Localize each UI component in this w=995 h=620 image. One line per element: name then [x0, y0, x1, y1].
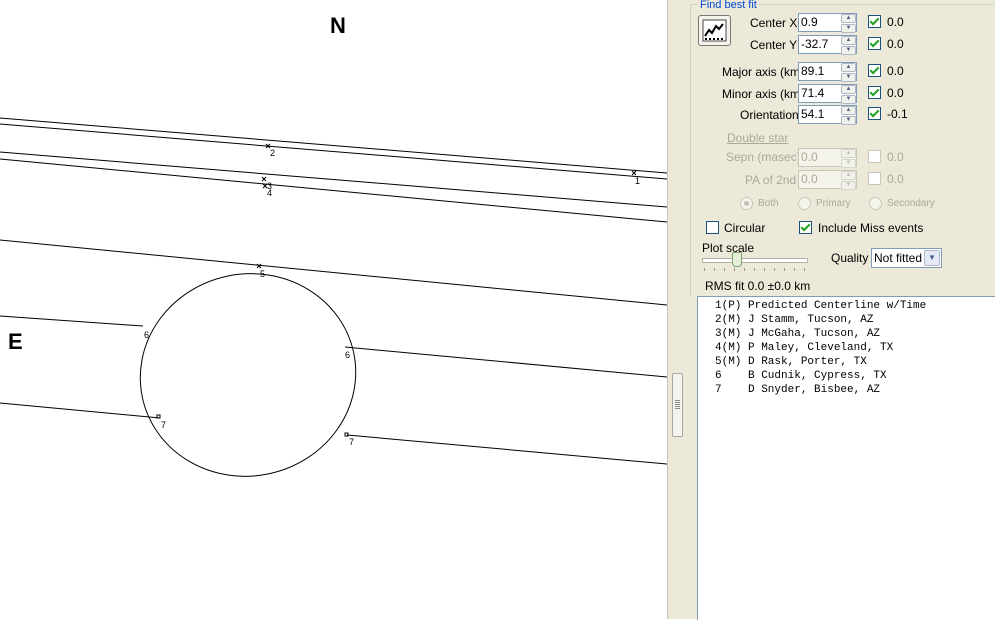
- list-item[interactable]: 6 B Cudnik, Cypress, TX: [715, 370, 887, 382]
- radio-both[interactable]: [740, 197, 753, 210]
- decrement-icon[interactable]: ▼: [841, 46, 856, 55]
- minor-axis-input[interactable]: 71.4 ▲ ▼: [798, 84, 857, 104]
- quality-select[interactable]: Not fitted ▼: [871, 248, 942, 268]
- pa-delta: 0.0: [887, 172, 904, 186]
- center-y-delta: 0.0: [887, 37, 904, 51]
- list-item[interactable]: 4(M) P Maley, Cleveland, TX: [715, 342, 893, 354]
- major-axis-label: Major axis (km): [722, 65, 805, 79]
- increment-icon[interactable]: ▲: [841, 171, 856, 180]
- include-miss-label: Include Miss events: [818, 221, 924, 235]
- major-axis-input[interactable]: 89.1 ▲ ▼: [798, 62, 857, 82]
- pa-fit-checkbox[interactable]: [868, 172, 881, 185]
- sepn-fit-checkbox[interactable]: [868, 150, 881, 163]
- decrement-icon[interactable]: ▼: [841, 181, 856, 190]
- radio-primary-label: Primary: [816, 198, 851, 209]
- event-marker-7-east: [344, 432, 349, 437]
- sepn-label: Sepn (masec): [726, 150, 801, 164]
- plot-scale-slider-thumb[interactable]: [732, 252, 742, 267]
- orientation-fit-checkbox[interactable]: [868, 107, 881, 120]
- pa-label: PA of 2nd: [745, 173, 797, 187]
- event-marker-1: [631, 170, 637, 176]
- orientation-label: Orientation: [740, 108, 799, 122]
- chord-label-6-west: 6: [144, 330, 149, 340]
- find-best-fit-button[interactable]: [698, 15, 731, 46]
- radio-both-label: Both: [758, 198, 779, 209]
- decrement-icon[interactable]: ▼: [841, 116, 856, 125]
- increment-icon[interactable]: ▲: [841, 63, 856, 72]
- observer-list[interactable]: 1(P) Predicted Centerline w/Time 2(M) J …: [697, 296, 995, 620]
- major-axis-delta: 0.0: [887, 64, 904, 78]
- increment-icon[interactable]: ▲: [841, 14, 856, 23]
- center-y-input[interactable]: -32.7 ▲ ▼: [798, 35, 857, 55]
- chevron-down-icon[interactable]: ▼: [924, 250, 940, 266]
- minor-axis-fit-checkbox[interactable]: [868, 86, 881, 99]
- increment-icon[interactable]: ▲: [841, 85, 856, 94]
- orientation-delta: -0.1: [887, 107, 908, 121]
- chord-line-3: [0, 151, 667, 208]
- decrement-icon[interactable]: ▼: [841, 159, 856, 168]
- find-best-fit-title: Find best fit: [698, 0, 759, 11]
- chord-line-6-west: [0, 315, 144, 327]
- decrement-icon[interactable]: ▼: [841, 24, 856, 33]
- circular-label: Circular: [724, 221, 766, 235]
- major-axis-fit-checkbox[interactable]: [868, 64, 881, 77]
- increment-icon[interactable]: ▲: [841, 106, 856, 115]
- chord-line-5: [0, 239, 667, 306]
- rms-fit-text: RMS fit 0.0 ±0.0 km: [705, 279, 811, 293]
- decrement-icon[interactable]: ▼: [841, 95, 856, 104]
- decrement-icon[interactable]: ▼: [841, 73, 856, 82]
- list-item[interactable]: 7 D Snyder, Bisbee, AZ: [715, 384, 880, 396]
- list-item[interactable]: 5(M) D Rask, Porter, TX: [715, 356, 867, 368]
- minor-axis-delta: 0.0: [887, 86, 904, 100]
- minor-axis-label: Minor axis (km): [722, 87, 805, 101]
- plot-scale-track[interactable]: [702, 258, 808, 263]
- radio-secondary[interactable]: [869, 197, 882, 210]
- orientation-input[interactable]: 54.1 ▲ ▼: [798, 105, 857, 125]
- plot-scale-label: Plot scale: [702, 241, 755, 255]
- sepn-delta: 0.0: [887, 150, 904, 164]
- asteroid-profile-ellipse: [139, 273, 357, 477]
- chord-label-4: 4: [267, 188, 272, 198]
- increment-icon[interactable]: ▲: [841, 36, 856, 45]
- event-marker-7-west: [156, 414, 161, 419]
- chord-label-7-east: 7: [349, 437, 354, 447]
- chord-line-4: [0, 158, 667, 223]
- center-x-delta: 0.0: [887, 15, 904, 29]
- center-x-label: Center X: [750, 16, 798, 30]
- radio-secondary-label: Secondary: [887, 198, 935, 209]
- pa-input[interactable]: 0.0 ▲ ▼: [798, 170, 857, 190]
- list-item[interactable]: 3(M) J McGaha, Tucson, AZ: [715, 328, 880, 340]
- increment-icon[interactable]: ▲: [841, 149, 856, 158]
- center-y-fit-checkbox[interactable]: [868, 37, 881, 50]
- chord-label-5: 5: [260, 269, 265, 279]
- panel-splitter[interactable]: [667, 0, 691, 619]
- event-marker-5: [256, 263, 262, 269]
- occultation-plot[interactable]: N E 1 2 3 4 5 6 6 7 7: [0, 0, 667, 619]
- include-miss-checkbox[interactable]: [799, 221, 812, 234]
- chord-line-7-west: [0, 402, 161, 419]
- chord-label-2: 2: [270, 148, 275, 158]
- chord-label-1: 1: [635, 176, 640, 186]
- splitter-grip[interactable]: [672, 373, 683, 437]
- chord-line-6-east: [344, 346, 667, 378]
- quality-label: Quality: [831, 251, 869, 265]
- center-y-label: Center Y: [750, 38, 798, 52]
- chord-line-1-upper: [0, 117, 667, 174]
- chord-label-7-west: 7: [161, 420, 166, 430]
- radio-primary[interactable]: [798, 197, 811, 210]
- center-x-fit-checkbox[interactable]: [868, 15, 881, 28]
- fit-control-panel: Find best fit Center X 0.9 ▲ ▼ 0.0 Center…: [690, 0, 995, 620]
- list-item[interactable]: 2(M) J Stamm, Tucson, AZ: [715, 314, 873, 326]
- sepn-input[interactable]: 0.0 ▲ ▼: [798, 148, 857, 168]
- chord-line-7-east: [346, 434, 667, 465]
- double-star-link[interactable]: Double star: [727, 131, 788, 145]
- fit-chart-icon: [702, 19, 727, 42]
- chord-plot-svg: 1 2 3 4 5 6 6 7 7: [0, 117, 667, 477]
- chord-label-6-east: 6: [345, 350, 350, 360]
- chord-line-1-lower: [0, 123, 667, 180]
- circular-checkbox[interactable]: [706, 221, 719, 234]
- center-x-input[interactable]: 0.9 ▲ ▼: [798, 13, 857, 33]
- event-marker-3: [261, 176, 267, 182]
- list-item[interactable]: 1(P) Predicted Centerline w/Time: [715, 300, 926, 312]
